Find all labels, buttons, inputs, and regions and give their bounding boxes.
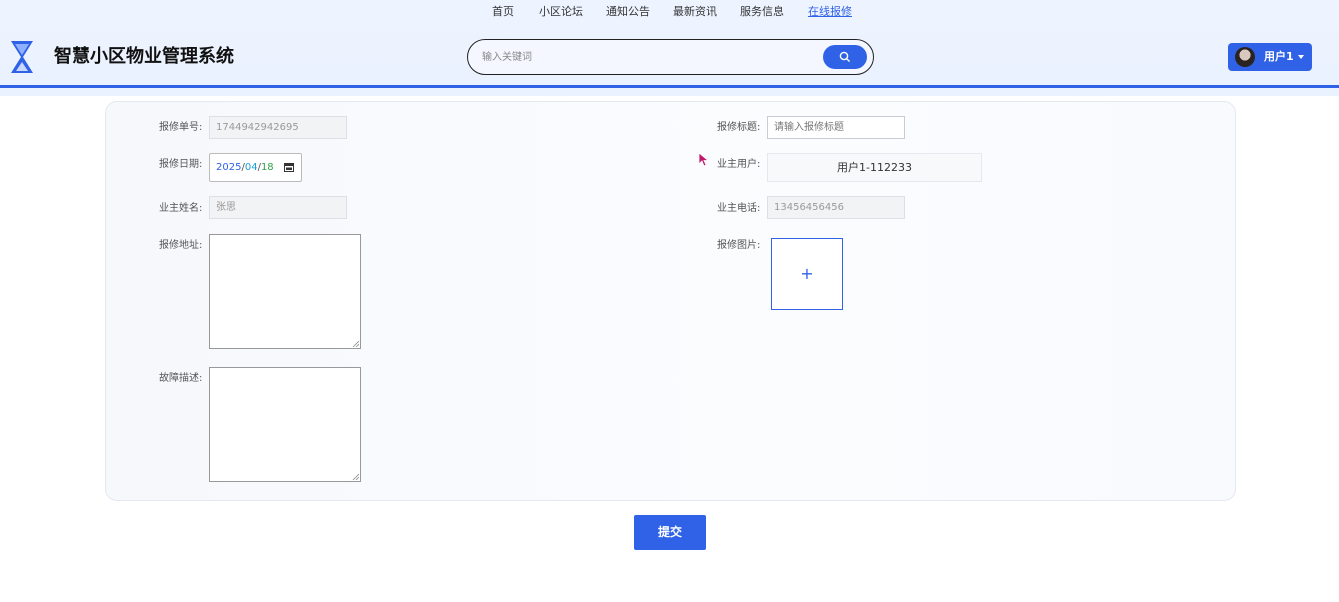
nav-item-repair[interactable]: 在线报修 (808, 5, 852, 19)
repair-title-label: 报修标题: (717, 122, 761, 133)
owner-name-label: 业主姓名: (159, 203, 203, 214)
search-icon (839, 51, 850, 62)
user-menu-button[interactable]: 用户1 (1228, 43, 1312, 71)
nav-item-service[interactable]: 服务信息 (740, 5, 784, 19)
caret-down-icon (1298, 55, 1304, 59)
repair-no-field: 1744942942695 (209, 116, 347, 139)
resize-grip-icon[interactable] (352, 340, 359, 347)
search-bar (467, 39, 874, 75)
top-nav: 首页 小区论坛 通知公告 最新资讯 服务信息 在线报修 (0, 5, 1339, 19)
hourglass-icon (11, 41, 33, 73)
nav-item-news[interactable]: 最新资讯 (673, 5, 717, 19)
repair-date-input[interactable]: 2025/04/18 (209, 153, 302, 182)
owner-user-label: 业主用户: (717, 159, 761, 170)
avatar-icon (1235, 47, 1255, 67)
site-title: 智慧小区物业管理系统 (54, 46, 234, 67)
repair-date-label: 报修日期: (159, 159, 203, 170)
nav-item-notice[interactable]: 通知公告 (606, 5, 650, 19)
search-button[interactable] (823, 45, 867, 69)
nav-item-home[interactable]: 首页 (492, 5, 514, 19)
nav-item-forum[interactable]: 小区论坛 (539, 5, 583, 19)
image-upload-button[interactable]: + (771, 238, 843, 310)
repair-address-label: 报修地址: (159, 240, 203, 251)
fault-desc-label: 故障描述: (159, 373, 203, 384)
calendar-icon[interactable] (284, 162, 294, 172)
owner-name-field: 张思 (209, 196, 347, 219)
repair-no-label: 报修单号: (159, 122, 203, 133)
submit-button[interactable]: 提交 (634, 515, 706, 550)
repair-address-textarea[interactable] (209, 234, 361, 349)
search-input[interactable] (482, 48, 822, 66)
user-name: 用户1 (1264, 50, 1294, 63)
owner-user-field: 用户1-112233 (767, 153, 982, 182)
repair-image-label: 报修图片: (717, 240, 761, 251)
owner-phone-field: 13456456456 (767, 196, 905, 219)
repair-title-input[interactable]: 请输入报修标题 (767, 116, 905, 139)
fault-desc-textarea[interactable] (209, 367, 361, 482)
header: 首页 小区论坛 通知公告 最新资讯 服务信息 在线报修 智慧小区物业管理系统 用… (0, 0, 1339, 96)
header-divider (0, 85, 1339, 88)
owner-phone-label: 业主电话: (717, 203, 761, 214)
mouse-cursor-icon (698, 152, 710, 167)
resize-grip-icon[interactable] (352, 473, 359, 480)
